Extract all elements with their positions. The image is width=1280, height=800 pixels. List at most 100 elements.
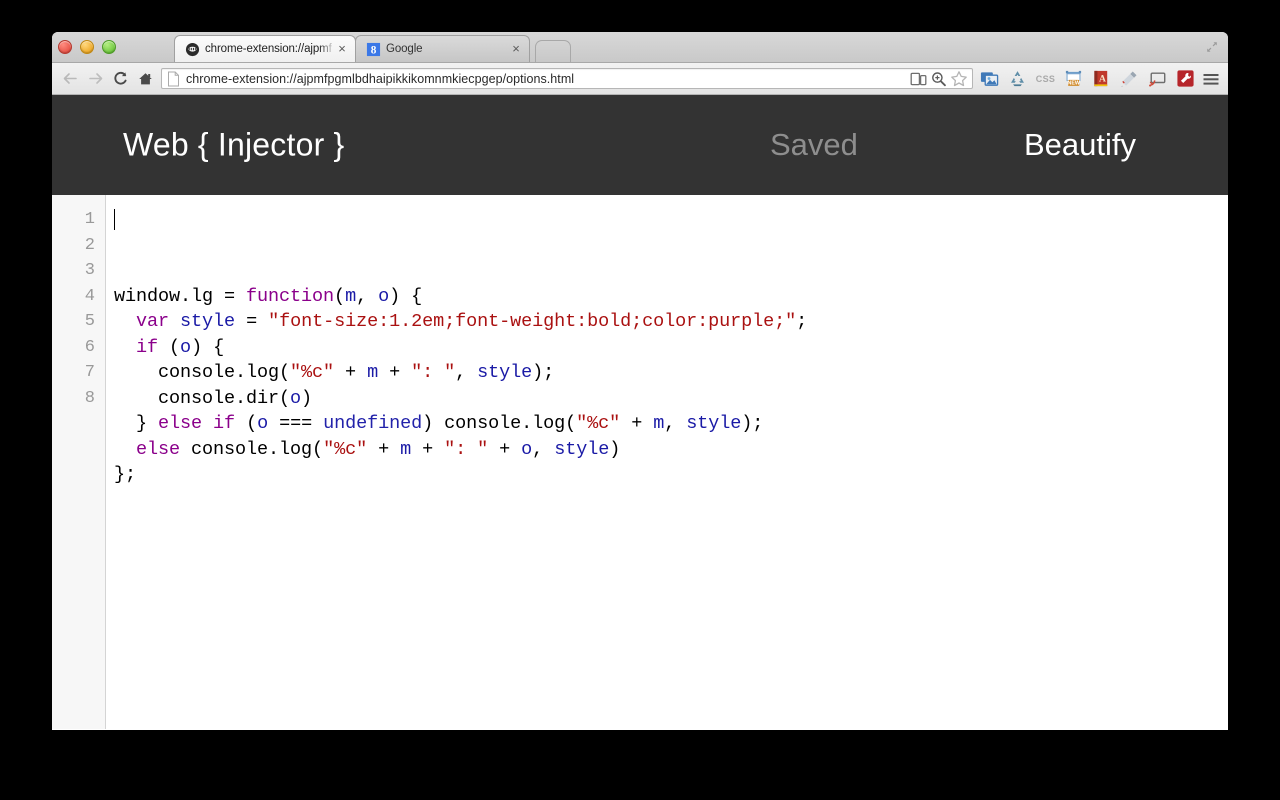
beautify-button[interactable]: Beautify (1024, 127, 1136, 163)
code-token-plain: ) { (389, 285, 423, 307)
code-token-variable: o (521, 438, 533, 460)
code-token-variable: style (686, 413, 742, 434)
document-icon (168, 71, 179, 86)
code-token-plain: + (411, 438, 445, 460)
zoom-magnifier-icon[interactable] (930, 71, 947, 87)
back-arrow-icon (63, 73, 77, 84)
minimize-window-button[interactable] (80, 40, 94, 54)
code-line: var style = "font-size:1.2em;font-weight… (114, 309, 1228, 335)
line-number: 6 (84, 337, 95, 357)
screen: chrome-extension://ajpmf × 8 Google × ch… (0, 0, 1280, 800)
code-token-plain: window.lg = (114, 285, 247, 307)
line-number: 3 (84, 261, 95, 280)
code-token-plain: , (532, 438, 555, 460)
close-window-button[interactable] (58, 40, 72, 54)
code-line: window.lg = function(m, o) { (114, 284, 1228, 310)
code-line: console.log("%c" + m + ": ", style); (114, 360, 1228, 386)
code-token-plain: = (235, 311, 269, 332)
red-wrench-icon[interactable] (1176, 69, 1195, 88)
css-text-icon[interactable]: CSS (1036, 69, 1055, 88)
code-token-plain: , (455, 362, 478, 383)
line-number: 2 (84, 235, 95, 255)
code-token-variable: o (180, 336, 192, 358)
home-button[interactable] (133, 67, 158, 91)
tab-title: chrome-extension://ajpmf (205, 43, 332, 55)
back-button[interactable] (58, 67, 83, 91)
maximize-window-button[interactable] (102, 40, 116, 54)
mobile-view-icon[interactable] (910, 71, 927, 87)
url-text[interactable]: chrome-extension://ajpmfpgmlbdhaipikkiko… (186, 72, 910, 86)
tab-close-button[interactable]: × (335, 42, 349, 56)
code-token-plain: }; (114, 464, 137, 485)
tab-google[interactable]: 8 Google × (355, 35, 530, 62)
red-book-icon[interactable]: A (1092, 69, 1111, 88)
recycle-icon[interactable] (1008, 69, 1027, 88)
code-token-plain: + (488, 438, 522, 460)
code-token-keyword: else (136, 438, 181, 460)
forward-button[interactable] (83, 67, 108, 91)
code-token-plain: ) { (191, 336, 225, 358)
code-token-string: "%c" (290, 362, 335, 383)
home-icon (139, 72, 152, 84)
reload-button[interactable] (108, 67, 133, 91)
code-token-plain: ); (741, 413, 764, 434)
code-token-plain: + (620, 413, 654, 434)
image-stack-icon[interactable] (980, 69, 999, 88)
code-token-plain: ( (158, 336, 181, 358)
browser-toolbar: chrome-extension://ajpmfpgmlbdhaipikkiko… (52, 63, 1228, 95)
url-bar[interactable]: chrome-extension://ajpmfpgmlbdhaipikkiko… (161, 68, 973, 89)
code-token-string: ": " (444, 438, 489, 460)
code-token-string: ": " (411, 362, 456, 383)
code-token-string: "%c" (323, 438, 368, 460)
code-content[interactable]: window.lg = function(m, o) { var style =… (106, 195, 1228, 729)
code-token-keyword: var (136, 311, 170, 332)
eyedropper-icon[interactable] (1120, 69, 1139, 88)
code-token-variable: style (554, 438, 610, 460)
hamburger-menu-button[interactable] (1200, 68, 1222, 90)
svg-text:8: 8 (371, 44, 377, 56)
bookmark-star-icon[interactable] (950, 70, 968, 87)
line-number: 7 (84, 363, 95, 382)
code-token-keyword: else (158, 413, 203, 434)
code-token-variable: o (290, 387, 302, 409)
tab-list: chrome-extension://ajpmf × 8 Google × (174, 35, 571, 62)
google-g-favicon: 8 (366, 42, 381, 56)
code-token-plain: , (356, 285, 379, 307)
code-token-variable: o (257, 413, 269, 434)
tab-close-button[interactable]: × (509, 42, 523, 56)
code-token-plain: console.log( (180, 438, 324, 460)
text-caret (114, 209, 115, 230)
extension-icon-bar: CSS NEW A (978, 69, 1195, 88)
code-line: else console.log("%c" + m + ": " + o, st… (114, 437, 1228, 463)
new-tab-button[interactable] (535, 40, 571, 62)
line-number-gutter: 1 2 3 4 5 6 7 8 (52, 195, 106, 729)
code-token-atom: undefined (323, 413, 423, 434)
fullscreen-arrows-icon[interactable] (1204, 39, 1220, 55)
code-token-plain: ) (301, 387, 313, 409)
code-line: console.dir(o) (114, 386, 1228, 412)
dark-circle-favicon (185, 42, 200, 56)
code-token-variable: m (345, 285, 357, 307)
new-badge-icon[interactable]: NEW (1064, 69, 1083, 88)
code-token-keyword: function (246, 285, 335, 307)
tab-chrome-extension[interactable]: chrome-extension://ajpmf × (174, 35, 356, 62)
code-line: } else if (o === undefined) console.log(… (114, 411, 1228, 437)
url-bar-actions (910, 70, 971, 87)
tab-strip: chrome-extension://ajpmf × 8 Google × (52, 32, 1228, 63)
code-token-variable: o (378, 285, 390, 307)
line-number: 1 (84, 210, 95, 229)
reload-icon (114, 71, 127, 85)
code-token-plain: console.dir( (114, 387, 291, 409)
browser-window: chrome-extension://ajpmf × 8 Google × ch… (52, 32, 1228, 730)
code-editor[interactable]: 12345678 window.lg = function(m, o) { va… (52, 195, 1228, 729)
code-token-plain: ) (609, 438, 621, 460)
save-status-label: Saved (770, 127, 858, 162)
line-number: 8 (84, 388, 95, 408)
code-token-plain: ) console.log( (422, 413, 577, 434)
cast-icon[interactable] (1148, 69, 1167, 88)
hamburger-menu-icon (1203, 73, 1219, 85)
